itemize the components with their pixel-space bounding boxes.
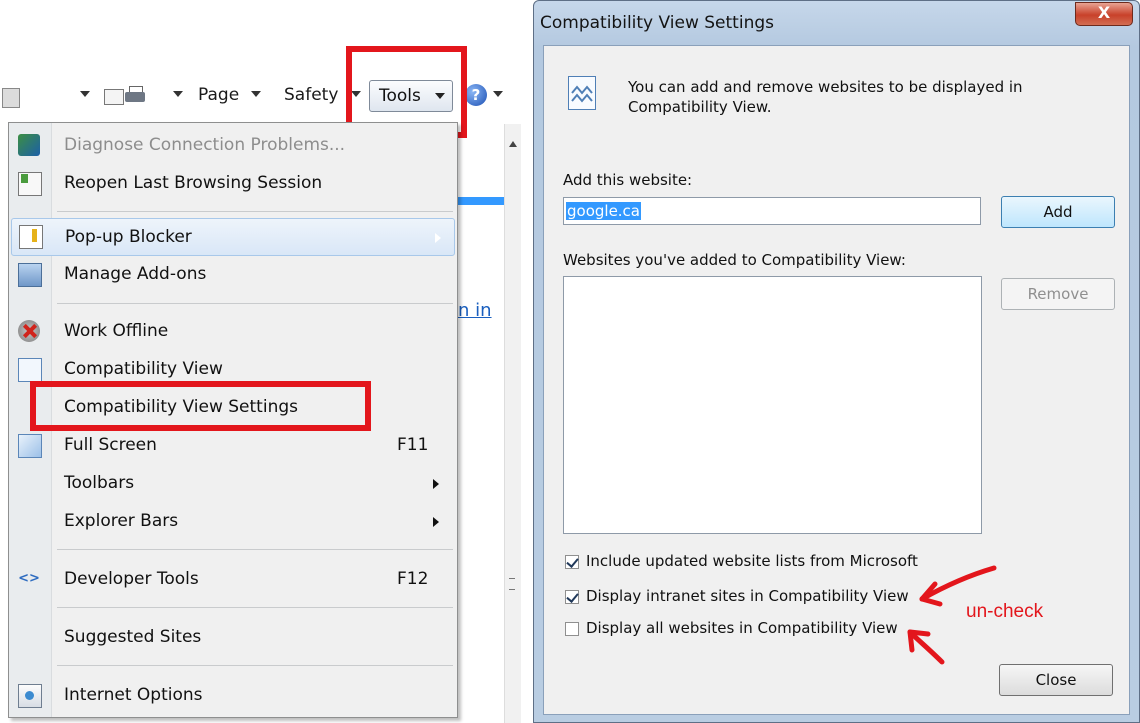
safety-menu-button[interactable]: Safety: [284, 85, 338, 105]
menu-separator: [57, 607, 453, 608]
menu-item-internet-options[interactable]: Internet Options: [9, 677, 457, 715]
menu-separator: [57, 665, 453, 666]
websites-list-label: Websites you've added to Compatibility V…: [563, 251, 906, 269]
ie-browser-panel: n in Page Safety Tools ? Diagnose Connec…: [0, 0, 521, 723]
work-offline-icon: [18, 320, 40, 342]
close-icon[interactable]: X: [1075, 2, 1133, 26]
feeds-dropdown-icon[interactable]: [80, 91, 90, 97]
menu-item-reopen-session[interactable]: Reopen Last Browsing Session: [9, 165, 457, 203]
display-all-websites-checkbox[interactable]: [565, 622, 579, 636]
add-button[interactable]: Add: [1001, 196, 1115, 228]
page-content: n in: [458, 122, 504, 723]
menu-item-developer-tools[interactable]: <> Developer Tools F12: [9, 561, 457, 599]
add-website-label: Add this website:: [563, 171, 693, 189]
read-mail-icon[interactable]: [104, 89, 124, 105]
submenu-arrow-icon: [433, 479, 439, 489]
dialog-titlebar[interactable]: Compatibility View Settings X: [534, 1, 1139, 47]
add-website-input[interactable]: google.ca: [563, 197, 981, 225]
menu-separator: [57, 211, 453, 212]
popup-blocker-icon: [19, 225, 43, 249]
checkmark-icon: [566, 590, 579, 603]
menu-item-label: Internet Options: [64, 685, 203, 705]
display-intranet-checkbox[interactable]: [565, 590, 579, 604]
dialog-intro-line2: Compatibility View.: [628, 98, 772, 116]
menu-item-label: Manage Add-ons: [64, 264, 207, 284]
print-dropdown-icon[interactable]: [173, 91, 183, 97]
menu-item-label: Compatibility View: [64, 359, 223, 379]
include-updated-lists-label: Include updated website lists from Micro…: [586, 552, 918, 570]
checkmark-icon: [566, 555, 579, 568]
menu-item-label: Developer Tools: [64, 569, 199, 589]
display-all-websites-label: Display all websites in Compatibility Vi…: [586, 619, 898, 637]
addons-icon: [18, 263, 42, 287]
dialog-intro-line1: You can add and remove websites to be di…: [628, 78, 1023, 96]
compat-view-icon: [18, 358, 42, 382]
menu-item-work-offline[interactable]: Work Offline: [9, 313, 457, 351]
page-scrollbar[interactable]: [504, 124, 521, 723]
print-icon[interactable]: [125, 86, 145, 104]
menu-item-toolbars[interactable]: Toolbars: [9, 465, 457, 503]
menu-item-suggested-sites[interactable]: Suggested Sites: [9, 619, 457, 657]
close-button[interactable]: Close: [999, 664, 1113, 696]
remove-button[interactable]: Remove: [1001, 278, 1115, 310]
diagnose-icon: [18, 134, 40, 156]
submenu-arrow-icon: [435, 233, 441, 243]
menu-item-label: Toolbars: [64, 473, 135, 493]
scroll-up-icon[interactable]: [509, 141, 517, 147]
help-dropdown-icon[interactable]: [493, 91, 503, 97]
menu-item-label: Work Offline: [64, 321, 169, 341]
scroll-grip-icon[interactable]: [509, 578, 515, 590]
menu-item-popup-blocker[interactable]: Pop-up Blocker: [11, 218, 455, 256]
menu-item-label: Diagnose Connection Problems...: [64, 135, 346, 155]
menu-item-label: Reopen Last Browsing Session: [64, 173, 323, 193]
compat-view-icon: [568, 76, 596, 110]
un-check-annotation: un-check: [966, 601, 1044, 622]
add-website-value: google.ca: [566, 202, 642, 220]
full-screen-icon: [18, 434, 42, 458]
display-intranet-label: Display intranet sites in Compatibility …: [586, 587, 909, 605]
menu-item-label: Explorer Bars: [64, 511, 179, 531]
help-icon[interactable]: ?: [465, 84, 487, 106]
menu-item-manage-addons[interactable]: Manage Add-ons: [9, 256, 457, 294]
compat-settings-highlight-box: [30, 381, 371, 431]
menu-item-full-screen[interactable]: Full Screen F11: [9, 427, 457, 465]
feeds-icon[interactable]: [2, 88, 20, 108]
menu-item-label: Pop-up Blocker: [65, 227, 192, 247]
menu-shortcut: F11: [397, 435, 429, 455]
submenu-arrow-icon: [433, 517, 439, 527]
page-header-stripe: [458, 197, 504, 205]
menu-shortcut: F12: [397, 569, 429, 589]
internet-options-icon: [18, 684, 42, 708]
page-menu-button[interactable]: Page: [198, 85, 239, 105]
menu-item-label: Full Screen: [64, 435, 157, 455]
menu-item-label: Suggested Sites: [64, 627, 202, 647]
include-updated-lists-checkbox[interactable]: [565, 555, 579, 569]
page-dropdown-icon[interactable]: [251, 91, 261, 97]
websites-list[interactable]: [563, 276, 982, 534]
menu-item-diagnose[interactable]: Diagnose Connection Problems...: [9, 127, 457, 165]
page-link[interactable]: n in: [458, 300, 492, 321]
menu-separator: [57, 549, 453, 550]
menu-item-explorer-bars[interactable]: Explorer Bars: [9, 503, 457, 541]
compatibility-view-settings-dialog: Compatibility View Settings X You can ad…: [533, 0, 1140, 723]
developer-tools-icon: <>: [18, 571, 40, 586]
menu-separator: [57, 303, 453, 304]
dialog-title: Compatibility View Settings: [540, 13, 774, 33]
reopen-icon: [18, 172, 42, 196]
